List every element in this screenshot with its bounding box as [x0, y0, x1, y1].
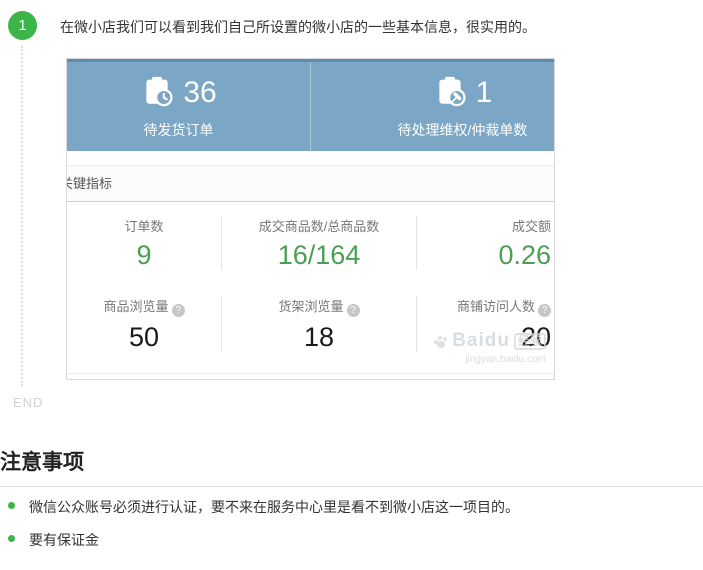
step-connector-line	[21, 46, 23, 386]
metric-label: 商品浏览量?	[67, 296, 221, 317]
metric-value: 18	[222, 322, 416, 352]
watermark-brand: Baidu	[452, 331, 510, 352]
bullet-dot-icon	[8, 502, 15, 509]
watermark-domain: jingyan.baidu.com	[434, 354, 546, 365]
metric-value: 0.26	[417, 240, 551, 270]
step-number-badge: 1	[8, 11, 37, 40]
metric-product-views: 商品浏览量? 50	[67, 296, 222, 352]
notes-title: 注意事项	[0, 446, 84, 476]
metric-shelf-views: 货架浏览量? 18	[222, 296, 417, 352]
tutorial-page: 1 END 在微小店我们可以看到我们自己所设置的微小店的一些基本信息，很实用的。	[0, 0, 703, 570]
pending-shipments-stat: 36 待发货订单	[67, 62, 311, 151]
metric-label: 货架浏览量?	[222, 296, 416, 317]
pending-disputes-value: 1	[476, 76, 493, 110]
note-text: 要有保证金	[29, 530, 99, 550]
metric-label: 成交商品数/总商品数	[222, 216, 416, 235]
pending-disputes-label: 待处理维权/仲裁单数	[398, 120, 528, 140]
dashboard-screenshot[interactable]: 36 待发货订单	[66, 58, 555, 380]
metric-label: 商铺访问人数?	[417, 296, 551, 317]
metric-value: 50	[67, 322, 221, 352]
help-icon: ?	[347, 304, 360, 317]
notes-list: 微信公众账号必须进行认证，要不来在服务中心里是看不到微小店这一项目的。 要有保证…	[6, 497, 696, 563]
list-item: 微信公众账号必须进行认证，要不来在服务中心里是看不到微小店这一项目的。	[6, 497, 696, 517]
key-metrics-title: 关键指标	[67, 166, 112, 201]
note-text: 微信公众账号必须进行认证，要不来在服务中心里是看不到微小店这一项目的。	[29, 497, 519, 517]
metric-value: 9	[67, 240, 221, 270]
key-metrics-header: 关键指标	[67, 165, 554, 202]
dashboard-header: 36 待发货订单	[67, 59, 554, 151]
metric-value: 16/164	[222, 240, 416, 270]
baidu-paw-icon	[434, 336, 448, 348]
metrics-row-1: 订单数 9 成交商品数/总商品数 16/164 成交额 0.26	[67, 202, 554, 282]
metric-label: 订单数	[67, 216, 221, 235]
steps-end-label: END	[13, 395, 43, 410]
clipboard-clock-icon	[140, 74, 174, 113]
bullet-dot-icon	[8, 535, 15, 542]
help-icon: ?	[538, 304, 551, 317]
watermark-suffix: 经验	[514, 333, 546, 350]
metric-turnover: 成交额 0.26	[417, 216, 554, 270]
baidu-jingyan-watermark: Baidu 经验 jingyan.baidu.com	[434, 331, 546, 365]
notes-divider	[0, 486, 703, 487]
metric-orders: 订单数 9	[67, 216, 222, 270]
header-gap	[67, 151, 554, 165]
help-icon: ?	[172, 304, 185, 317]
list-item: 要有保证金	[6, 530, 696, 550]
dashboard-bottom-divider	[67, 373, 554, 374]
metric-label: 成交额	[417, 216, 551, 235]
step-text: 在微小店我们可以看到我们自己所设置的微小店的一些基本信息，很实用的。	[60, 17, 536, 37]
clipboard-gavel-icon	[433, 74, 467, 113]
pending-disputes-stat: 1 待处理维权/仲裁单数	[311, 62, 554, 151]
pending-shipments-value: 36	[183, 76, 216, 110]
metric-sold-vs-total: 成交商品数/总商品数 16/164	[222, 216, 417, 270]
pending-shipments-label: 待发货订单	[144, 120, 214, 140]
